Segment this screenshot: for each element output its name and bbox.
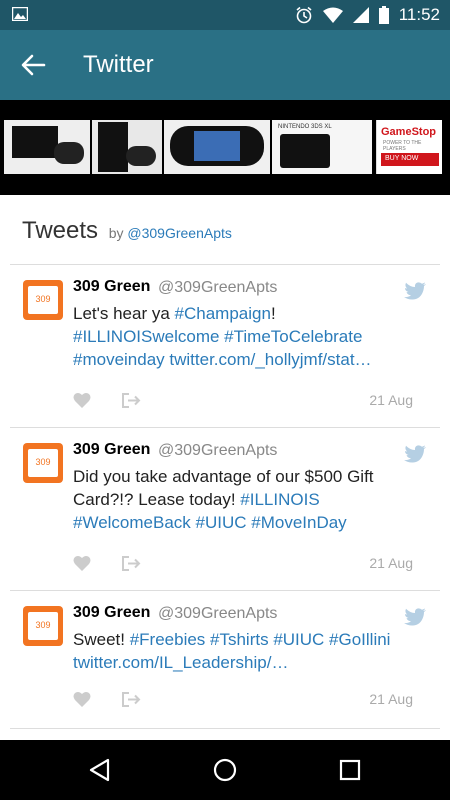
heart-icon[interactable] <box>73 555 91 572</box>
tweet-link-line[interactable]: twitter.com/IL_Leadership/… <box>73 651 413 674</box>
ad-xbox-image <box>4 120 90 174</box>
avatar-logo: 309 <box>28 286 58 314</box>
status-time: 11:52 <box>398 5 440 24</box>
tweet-text: Did you take advantage of our $500 Gift … <box>73 465 413 534</box>
avatar[interactable]: 309 <box>23 443 63 483</box>
tweet-author-name[interactable]: 309 Green <box>73 278 150 296</box>
battery-icon <box>378 6 389 24</box>
tweet-text: Sweet! #Freebies #Tshirts #UIUC #GoIllin… <box>73 628 413 674</box>
arrow-back-icon[interactable] <box>20 53 46 77</box>
signal-icon <box>352 7 369 23</box>
ad-playstation-image <box>92 120 162 174</box>
timeline-byline: by @309GreenApts <box>108 225 232 241</box>
tweet-author-name[interactable]: 309 Green <box>73 604 150 622</box>
avatar[interactable]: 309 <box>23 606 63 646</box>
alarm-icon <box>296 6 312 24</box>
status-bar: 11:52 <box>0 0 450 30</box>
tweet-actions: 21 Aug <box>73 392 433 410</box>
avatar-logo: 309 <box>28 612 58 640</box>
timeline-handle-link[interactable]: @309GreenApts <box>127 225 232 241</box>
timeline-widget: Tweets by @309GreenApts 309 309 Green @3… <box>0 195 450 740</box>
avatar[interactable]: 309 <box>23 280 63 320</box>
ad-vita-image <box>164 120 270 174</box>
tweet-item[interactable]: 309 309 Green @309GreenApts Let's hear y… <box>0 265 450 427</box>
timeline-heading: Tweets by @309GreenApts <box>22 217 232 245</box>
hashtag-line[interactable]: #WelcomeBack #UIUC #MoveInDay <box>73 511 413 534</box>
ad-banner[interactable]: NINTENDO 3DS XL GameStop POWER TO THE PL… <box>0 100 450 195</box>
wifi-icon <box>322 7 343 23</box>
app-bar: Twitter <box>0 30 450 100</box>
twitter-bird-icon[interactable] <box>404 608 426 626</box>
system-nav-bar <box>0 740 450 800</box>
tweet-author-handle[interactable]: @309GreenApts <box>158 279 277 297</box>
avatar-logo: 309 <box>28 449 58 477</box>
nav-recents-icon[interactable] <box>338 758 362 782</box>
ad-device-label: NINTENDO 3DS XL <box>278 124 332 130</box>
tweet-date[interactable]: 21 Aug <box>369 392 413 408</box>
page-title: Twitter <box>83 51 154 78</box>
timeline-title: Tweets <box>22 217 99 244</box>
heart-icon[interactable] <box>73 691 91 708</box>
tweet-date[interactable]: 21 Aug <box>369 555 413 571</box>
tweet-author-handle[interactable]: @309GreenApts <box>158 442 277 460</box>
share-icon[interactable] <box>121 392 141 409</box>
share-icon[interactable] <box>121 691 141 708</box>
tweet-author-handle[interactable]: @309GreenApts <box>158 605 277 623</box>
tweet-actions: 21 Aug <box>73 691 433 709</box>
share-icon[interactable] <box>121 555 141 572</box>
ad-gamestop-panel[interactable]: GameStop POWER TO THE PLAYERS BUY NOW <box>376 120 442 174</box>
twitter-bird-icon[interactable] <box>404 282 426 300</box>
hashtag-link[interactable]: #ILLINOIS <box>240 490 319 509</box>
buy-now-button[interactable]: BUY NOW <box>381 153 439 166</box>
nav-home-icon[interactable] <box>213 758 237 782</box>
ad-brand: GameStop <box>381 126 437 138</box>
nav-back-icon[interactable] <box>88 758 112 782</box>
ad-tagline: POWER TO THE PLAYERS <box>383 140 422 152</box>
hashtag-line[interactable]: #ILLINOISwelcome #TimeToCelebrate <box>73 325 413 348</box>
tweet-actions: 21 Aug <box>73 555 433 573</box>
tweet-author-name[interactable]: 309 Green <box>73 441 150 459</box>
tweet-date[interactable]: 21 Aug <box>369 691 413 707</box>
hashtag-link[interactable]: #Champaign <box>175 304 271 323</box>
tweet-text: Let's hear ya #Champaign! #ILLINOISwelco… <box>73 302 413 371</box>
twitter-bird-icon[interactable] <box>404 445 426 463</box>
ad-3ds-image: NINTENDO 3DS XL <box>272 120 372 174</box>
tweet-item[interactable]: 309 309 Green @309GreenApts Did you take… <box>0 428 450 590</box>
heart-icon[interactable] <box>73 392 91 409</box>
divider <box>10 728 440 729</box>
tweet-item[interactable]: 309 309 Green @309GreenApts Sweet! #Free… <box>0 591 450 740</box>
image-icon <box>12 7 28 21</box>
hashtag-link[interactable]: #Freebies #Tshirts #UIUC #GoIllini <box>130 630 391 649</box>
tweet-link-line[interactable]: #moveinday twitter.com/_hollyjmf/stat… <box>73 348 413 371</box>
